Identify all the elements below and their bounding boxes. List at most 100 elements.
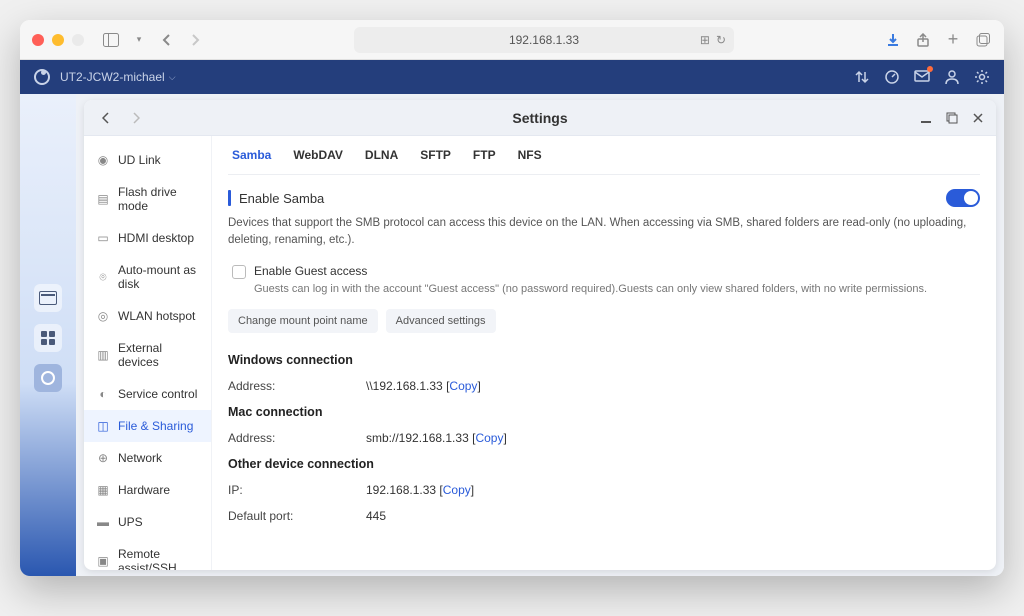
- change-mount-button[interactable]: Change mount point name: [228, 309, 378, 333]
- chevron-down-icon[interactable]: ▾: [130, 31, 148, 49]
- dashboard-icon[interactable]: [884, 69, 900, 85]
- usb-icon: ▤: [96, 192, 110, 206]
- window-traffic-lights: [32, 34, 84, 46]
- network-icon: ⊕: [96, 451, 110, 465]
- address-input[interactable]: 192.168.1.33 ⊞ ↻: [354, 27, 734, 53]
- settings-titlebar: Settings: [84, 100, 996, 136]
- close-icon[interactable]: [970, 110, 986, 126]
- external-icon: ▥: [96, 348, 110, 362]
- settings-forward-button[interactable]: [124, 106, 148, 130]
- tabs-overview-icon[interactable]: [974, 31, 992, 49]
- mail-icon[interactable]: [914, 69, 930, 85]
- windows-address-value: \\192.168.1.33: [366, 379, 443, 393]
- guest-access-checkbox-row[interactable]: Enable Guest access: [228, 260, 980, 281]
- settings-title: Settings: [84, 110, 996, 126]
- sidebar-item-flash-drive[interactable]: ▤ Flash drive mode: [84, 176, 211, 222]
- maximize-icon[interactable]: [944, 110, 960, 126]
- copy-mac-address-button[interactable]: Copy: [475, 431, 503, 445]
- new-tab-icon[interactable]: +: [944, 31, 962, 49]
- advanced-settings-button[interactable]: Advanced settings: [386, 309, 496, 333]
- tabs: Samba WebDAV DLNA SFTP FTP NFS: [228, 136, 980, 175]
- settings-main: Samba WebDAV DLNA SFTP FTP NFS Enable Sa…: [212, 136, 996, 570]
- copy-ip-button[interactable]: Copy: [443, 483, 471, 497]
- sidebar-item-label: Hardware: [118, 483, 170, 497]
- default-port-row: Default port: 445: [228, 503, 980, 529]
- sidebar-item-hardware[interactable]: ▦ Hardware: [84, 474, 211, 506]
- transfer-icon[interactable]: [854, 69, 870, 85]
- accent-bar-icon: [228, 190, 231, 206]
- settings-sidebar: ◉ UD Link ▤ Flash drive mode ▭ HDMI desk…: [84, 136, 212, 570]
- toggle-icon: ◐: [96, 387, 110, 401]
- mac-address-value: smb://192.168.1.33: [366, 431, 469, 445]
- hardware-icon: ▦: [96, 483, 110, 497]
- tab-samba[interactable]: Samba: [232, 148, 271, 164]
- downloads-icon[interactable]: [884, 31, 902, 49]
- enable-samba-toggle[interactable]: [946, 189, 980, 207]
- sidebar-item-label: Remote assist/SSH: [118, 547, 199, 570]
- chevron-down-icon: ⌵: [169, 72, 176, 83]
- forward-icon[interactable]: [186, 31, 204, 49]
- dock-apps-icon[interactable]: [34, 324, 62, 352]
- nas-header: UT2-JCW2-michael ⌵: [20, 60, 1004, 94]
- sidebar-item-label: External devices: [118, 341, 199, 369]
- default-port-value: 445: [366, 509, 386, 523]
- sidebar-item-file-sharing[interactable]: ◫ File & Sharing: [84, 410, 211, 442]
- close-window-icon[interactable]: [32, 34, 44, 46]
- user-icon[interactable]: [944, 69, 960, 85]
- wifi-icon: ◎: [96, 309, 110, 323]
- minimize-window-icon[interactable]: [52, 34, 64, 46]
- label-address: Address:: [228, 379, 366, 393]
- sidebar-item-hdmi[interactable]: ▭ HDMI desktop: [84, 222, 211, 254]
- battery-icon: ▬: [96, 515, 110, 529]
- windows-address-row: Address: \\192.168.1.33 [Copy]: [228, 373, 980, 399]
- tab-dlna[interactable]: DLNA: [365, 148, 398, 164]
- tab-nfs[interactable]: NFS: [518, 148, 542, 164]
- enable-samba-heading: Enable Samba: [228, 175, 980, 213]
- sidebar-item-service[interactable]: ◐ Service control: [84, 378, 211, 410]
- browser-window: ▾ 192.168.1.33 ⊞ ↻ +: [20, 20, 1004, 576]
- guest-access-label: Enable Guest access: [254, 264, 367, 278]
- dock-finder-icon[interactable]: [34, 284, 62, 312]
- disk-icon: ⌾: [96, 270, 110, 284]
- tab-ftp[interactable]: FTP: [473, 148, 496, 164]
- sidebar-item-automount[interactable]: ⌾ Auto-mount as disk: [84, 254, 211, 300]
- sidebar-item-label: File & Sharing: [118, 419, 193, 433]
- sidebar-item-label: UD Link: [118, 153, 161, 167]
- samba-description: Devices that support the SMB protocol ca…: [228, 213, 980, 260]
- reload-icon[interactable]: ↻: [716, 33, 726, 47]
- label-default-port: Default port:: [228, 509, 366, 523]
- checkbox-icon: [232, 265, 246, 279]
- tab-sftp[interactable]: SFTP: [420, 148, 451, 164]
- settings-back-button[interactable]: [94, 106, 118, 130]
- hostname-dropdown[interactable]: UT2-JCW2-michael ⌵: [60, 70, 176, 84]
- guest-access-description: Guests can log in with the account "Gues…: [228, 281, 980, 305]
- app-body: Settings ◉ UD Link ▤ Flash drive m: [20, 94, 1004, 576]
- sidebar-item-remote[interactable]: ▣ Remote assist/SSH: [84, 538, 211, 570]
- sidebar-toggle-icon[interactable]: [102, 31, 120, 49]
- dock-app-icon[interactable]: [34, 364, 62, 392]
- minimize-icon[interactable]: [918, 110, 934, 126]
- enable-samba-title: Enable Samba: [239, 191, 324, 206]
- back-icon[interactable]: [158, 31, 176, 49]
- other-connection-heading: Other device connection: [228, 451, 980, 477]
- sidebar-item-network[interactable]: ⊕ Network: [84, 442, 211, 474]
- sidebar-item-wlan[interactable]: ◎ WLAN hotspot: [84, 300, 211, 332]
- sidebar-item-label: Auto-mount as disk: [118, 263, 199, 291]
- terminal-icon: ▣: [96, 554, 110, 568]
- copy-windows-address-button[interactable]: Copy: [449, 379, 477, 393]
- reader-icon[interactable]: ⊞: [700, 33, 710, 47]
- other-ip-value: 192.168.1.33: [366, 483, 436, 497]
- sidebar-item-ud-link[interactable]: ◉ UD Link: [84, 144, 211, 176]
- settings-window: Settings ◉ UD Link ▤ Flash drive m: [84, 100, 996, 570]
- globe-icon: ◉: [96, 153, 110, 167]
- other-ip-row: IP: 192.168.1.33 [Copy]: [228, 477, 980, 503]
- maximize-window-icon[interactable]: [72, 34, 84, 46]
- gear-icon[interactable]: [974, 69, 990, 85]
- sidebar-item-external[interactable]: ▥ External devices: [84, 332, 211, 378]
- sidebar-item-ups[interactable]: ▬ UPS: [84, 506, 211, 538]
- share-icon[interactable]: [914, 31, 932, 49]
- hostname-text: UT2-JCW2-michael: [60, 70, 165, 84]
- notification-dot-icon: [927, 66, 933, 72]
- address-bar: 192.168.1.33 ⊞ ↻: [252, 27, 836, 53]
- tab-webdav[interactable]: WebDAV: [293, 148, 343, 164]
